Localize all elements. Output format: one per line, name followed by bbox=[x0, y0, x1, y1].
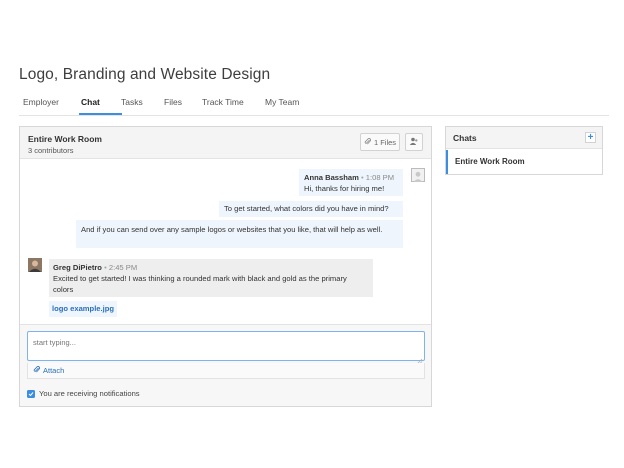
message-text: To get started, what colors did you have… bbox=[224, 204, 389, 213]
active-tab-indicator bbox=[79, 113, 122, 115]
tab-chat[interactable]: Chat bbox=[81, 96, 100, 108]
contributors-count: 3 contributors bbox=[28, 146, 74, 155]
composer: Attach You are receiving notifications bbox=[20, 324, 431, 406]
notifications-label: You are receiving notifications bbox=[39, 389, 140, 398]
sender-name: Anna Bassham bbox=[304, 173, 359, 182]
attach-label: Attach bbox=[43, 366, 65, 375]
message-text: Hi, thanks for hiring me! bbox=[304, 184, 385, 193]
tab-bar: Employer Chat Tasks Files Track Time My … bbox=[19, 96, 609, 116]
avatar-placeholder-icon bbox=[411, 168, 425, 182]
sender-name: Greg DiPietro bbox=[53, 263, 102, 272]
room-title: Entire Work Room bbox=[28, 134, 102, 144]
checkbox-checked-icon[interactable] bbox=[27, 389, 35, 398]
avatar bbox=[28, 258, 42, 272]
message-time: 1:08 PM bbox=[365, 173, 395, 182]
page-title: Logo, Branding and Website Design bbox=[19, 66, 271, 83]
paperclip-icon bbox=[33, 365, 40, 376]
people-icon bbox=[409, 133, 419, 151]
message-input[interactable] bbox=[27, 331, 425, 361]
tab-tasks[interactable]: Tasks bbox=[121, 96, 143, 108]
message-time: 2:45 PM bbox=[108, 263, 138, 272]
chat-item-entire-work-room[interactable]: Entire Work Room bbox=[446, 150, 602, 174]
files-button[interactable]: 1 Files bbox=[360, 133, 400, 151]
manage-people-button[interactable] bbox=[405, 133, 423, 151]
separator: • bbox=[361, 173, 364, 182]
attach-button[interactable]: Attach bbox=[27, 363, 425, 379]
chats-title: Chats bbox=[453, 133, 477, 143]
room-header: Entire Work Room 3 contributors 1 Files bbox=[20, 127, 431, 159]
plus-icon[interactable]: + bbox=[585, 132, 596, 143]
message-anna-3: And if you can send over any sample logo… bbox=[76, 220, 403, 248]
separator: • bbox=[104, 263, 107, 272]
message-anna-1: Anna Bassham • 1:08 PM Hi, thanks for hi… bbox=[299, 169, 403, 196]
chats-header: Chats + bbox=[446, 127, 602, 149]
work-room-panel: Entire Work Room 3 contributors 1 Files … bbox=[19, 126, 432, 407]
attachment-link[interactable]: logo example.jpg bbox=[49, 301, 118, 317]
notifications-toggle[interactable]: You are receiving notifications bbox=[27, 389, 140, 398]
resize-grip-icon[interactable] bbox=[416, 352, 423, 365]
paperclip-icon bbox=[364, 137, 371, 148]
tab-files[interactable]: Files bbox=[164, 96, 182, 108]
files-count-label: 1 Files bbox=[373, 137, 397, 147]
tab-track-time[interactable]: Track Time bbox=[202, 96, 244, 108]
chats-panel: Chats + Entire Work Room bbox=[445, 126, 603, 175]
message-text: And if you can send over any sample logo… bbox=[81, 225, 383, 234]
tab-my-team[interactable]: My Team bbox=[265, 96, 299, 108]
message-text: Excited to get started! I was thinking a… bbox=[53, 274, 347, 294]
message-anna-2: To get started, what colors did you have… bbox=[219, 201, 403, 217]
tab-employer[interactable]: Employer bbox=[23, 96, 59, 108]
message-greg: Greg DiPietro • 2:45 PM Excited to get s… bbox=[49, 259, 373, 297]
